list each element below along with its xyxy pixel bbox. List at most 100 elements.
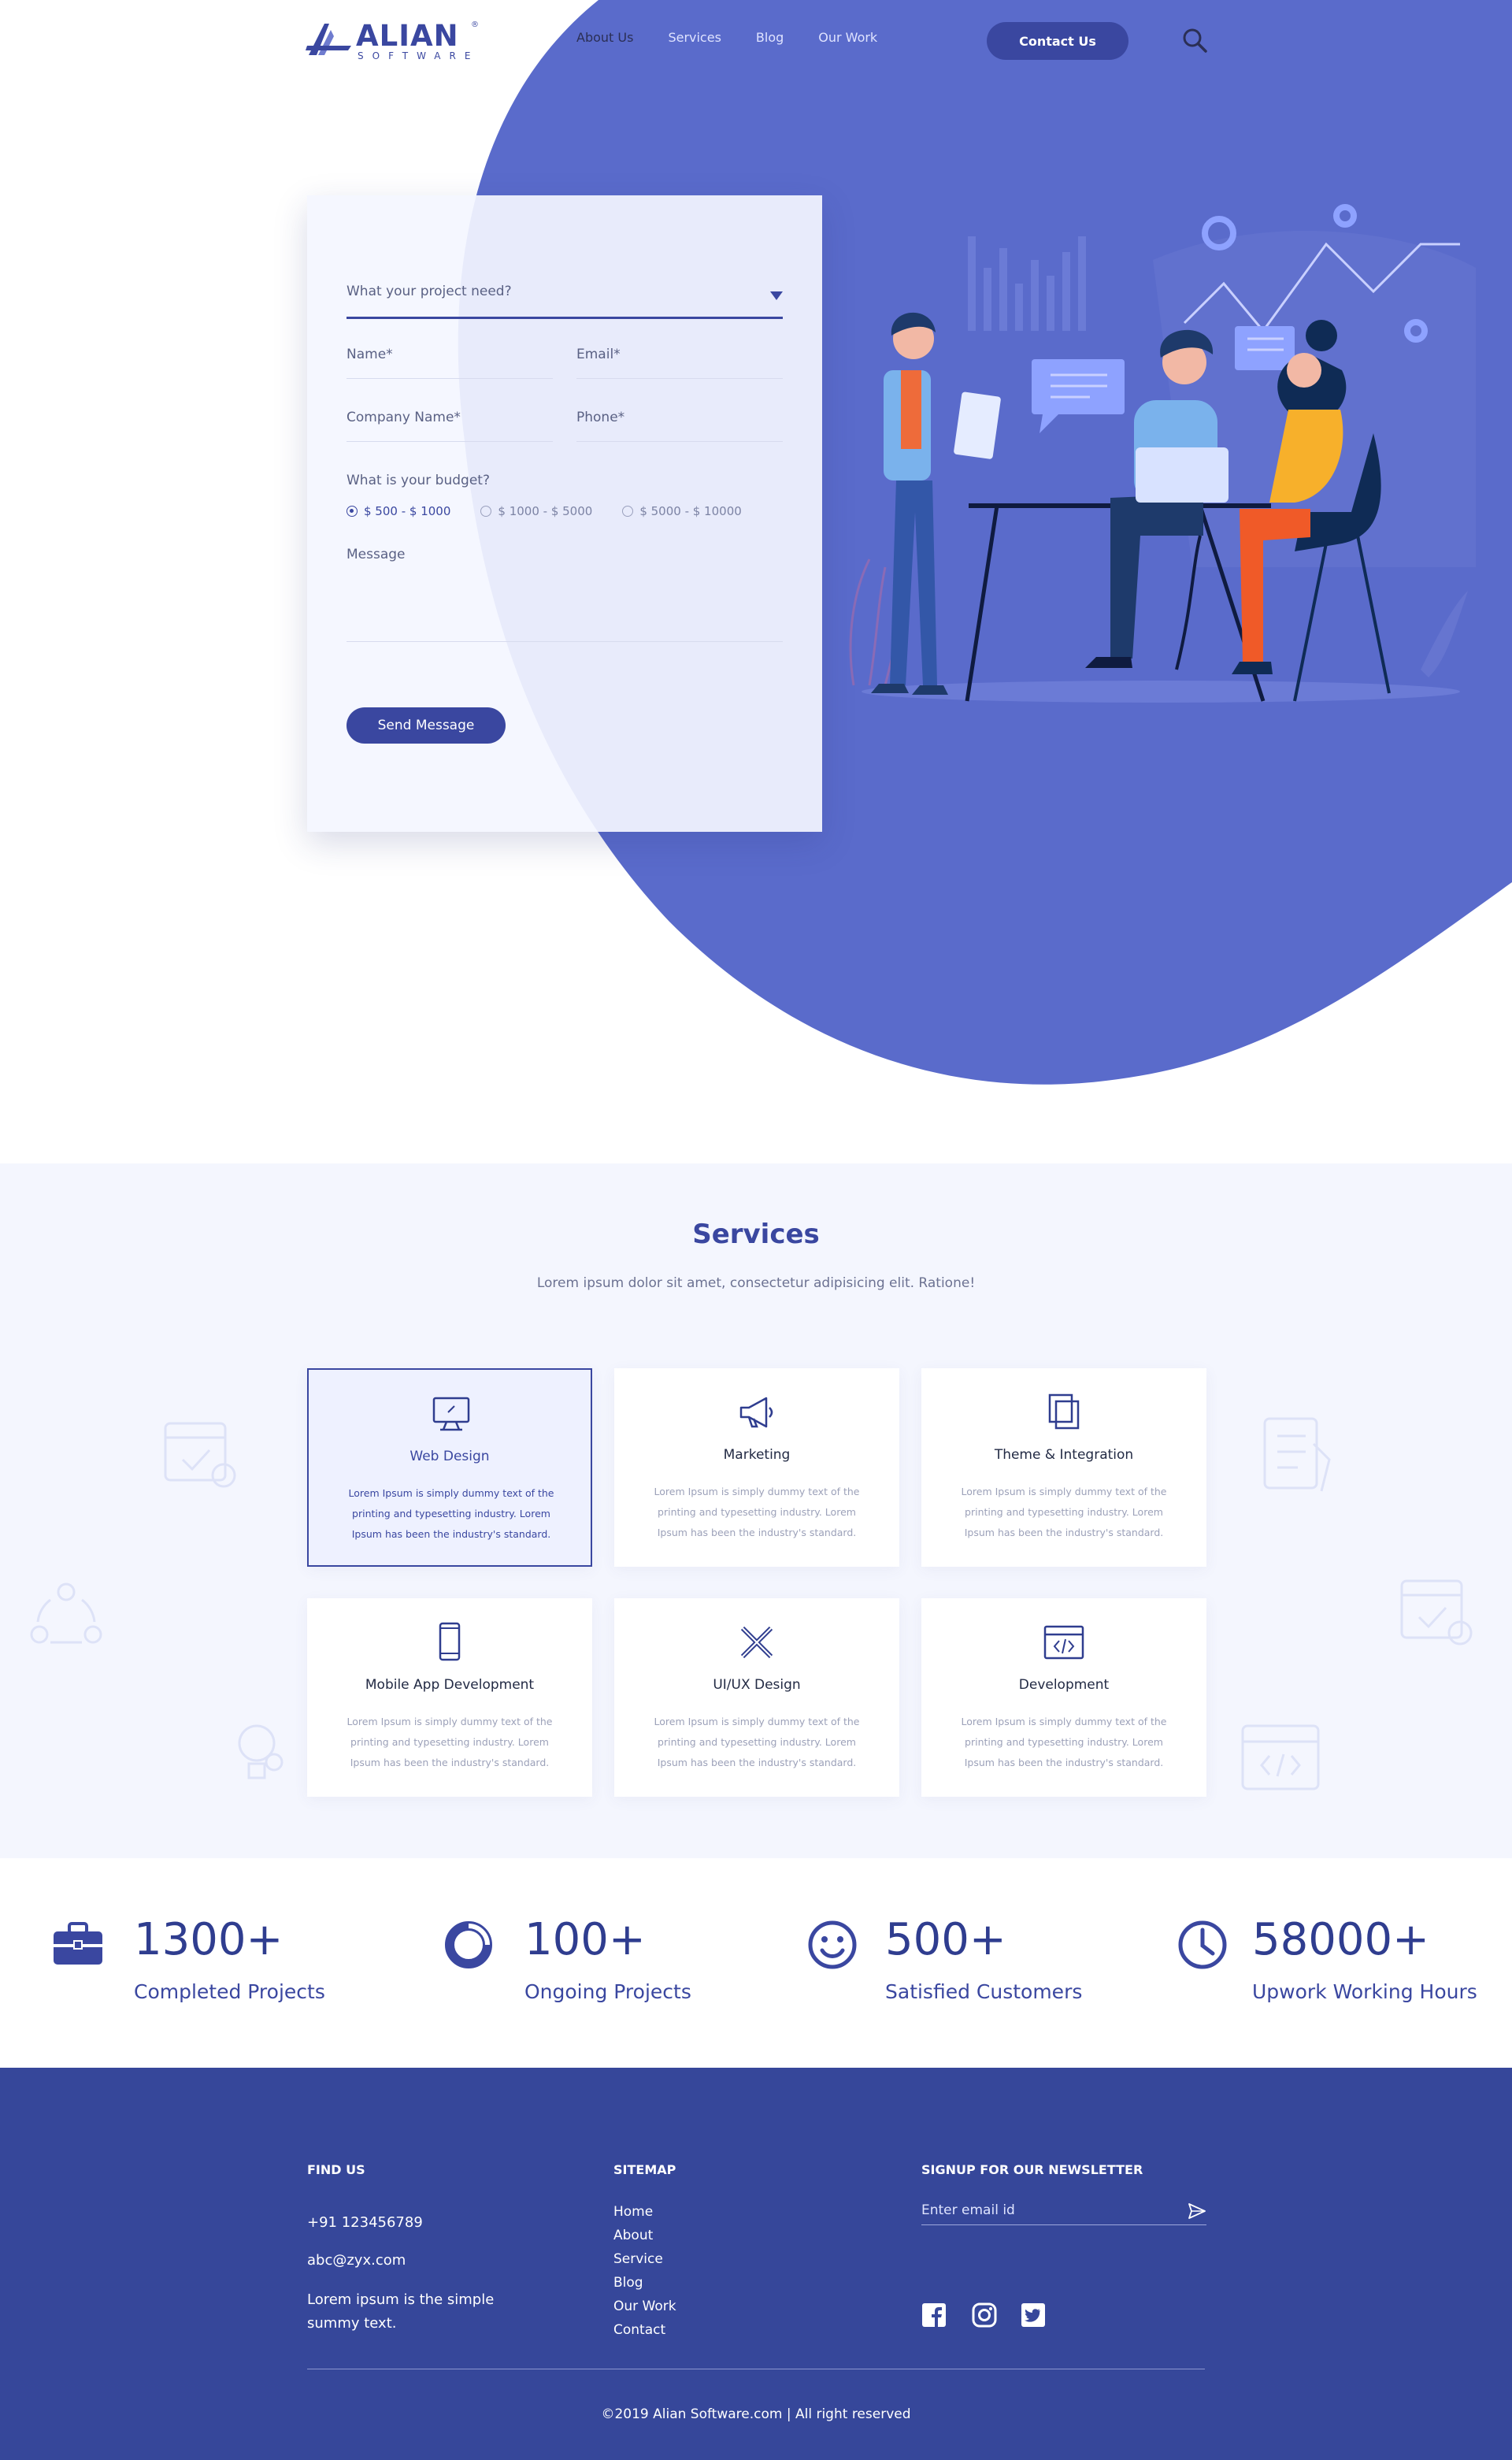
- service-card-text: Lorem Ipsum is simply dummy text of the …: [654, 1486, 860, 1538]
- company-name-field[interactable]: Company Name*: [346, 410, 461, 425]
- budget-option-500-1000[interactable]: $ 500 - $ 1000: [346, 504, 450, 518]
- team-network-decoration-icon: [30, 1582, 102, 1644]
- budget-option-label: $ 5000 - $ 10000: [639, 504, 742, 518]
- instagram-icon[interactable]: [972, 2302, 997, 2328]
- stat-value: 1300+: [134, 1914, 284, 1965]
- chevron-down-icon[interactable]: [770, 291, 783, 300]
- nav-about-us[interactable]: About Us: [576, 30, 633, 45]
- stat-label: Completed Projects: [134, 1980, 325, 2003]
- brand-logo[interactable]: ALIAN ® SOFTWARE: [306, 19, 487, 61]
- name-underline: [346, 378, 553, 379]
- service-card-title: Web Design: [410, 1449, 490, 1464]
- lightbulb-decoration-icon: [238, 1724, 284, 1779]
- code-window-decoration-icon: [1241, 1724, 1320, 1790]
- services-title: Services: [692, 1219, 820, 1250]
- newsletter-heading: SIGNUP FOR OUR NEWSLETTER: [921, 2162, 1143, 2177]
- newsletter-email-input[interactable]: [921, 2198, 1206, 2225]
- phone-field[interactable]: Phone*: [576, 410, 624, 425]
- service-card-development[interactable]: Development Lorem Ipsum is simply dummy …: [921, 1598, 1206, 1797]
- stat-satisfied-customers: 500+ Satisfied Customers: [806, 1914, 1106, 2009]
- megaphone-icon: [739, 1397, 773, 1428]
- service-card-theme-integration[interactable]: Theme & Integration Lorem Ipsum is simpl…: [921, 1368, 1206, 1567]
- budget-option-5000-10000[interactable]: $ 5000 - $ 10000: [622, 504, 742, 518]
- message-underline: [346, 641, 783, 642]
- project-need-select[interactable]: What your project need?: [346, 284, 512, 299]
- layers-icon: [1048, 1393, 1080, 1430]
- service-card-title: Development: [1018, 1677, 1110, 1693]
- nav-services[interactable]: Services: [668, 30, 721, 45]
- service-card-marketing[interactable]: Marketing Lorem Ipsum is simply dummy te…: [614, 1368, 899, 1567]
- search-icon[interactable]: [1181, 27, 1208, 54]
- radio-icon[interactable]: [480, 506, 492, 517]
- contact-us-button[interactable]: Contact Us: [987, 22, 1128, 60]
- email-field[interactable]: Email*: [576, 347, 621, 362]
- footer-phone[interactable]: +91 123456789: [307, 2214, 423, 2231]
- budget-option-1000-5000[interactable]: $ 1000 - $ 5000: [480, 504, 592, 518]
- stat-label: Satisfied Customers: [885, 1980, 1083, 2003]
- stat-label: Upwork Working Hours: [1252, 1980, 1477, 2003]
- service-card-text: Lorem Ipsum is simply dummy text of the …: [346, 1716, 553, 1768]
- main-nav: About Us Services Blog Our Work: [576, 30, 877, 45]
- budget-option-label: $ 1000 - $ 5000: [498, 504, 593, 518]
- service-card-text: Lorem Ipsum is simply dummy text of the …: [961, 1716, 1167, 1768]
- email-underline: [576, 378, 783, 379]
- bar-chart-decoration: [968, 236, 1086, 331]
- phone-underline: [576, 441, 783, 442]
- code-window-icon: [1043, 1625, 1084, 1660]
- nav-blog[interactable]: Blog: [756, 30, 784, 45]
- sitemap-link-about[interactable]: About: [613, 2224, 676, 2247]
- footer-text-line-1: Lorem ipsum is the simple: [307, 2291, 495, 2308]
- sitemap-links: Home About Service Blog Our Work Contact: [613, 2200, 676, 2342]
- sitemap-heading: SITEMAP: [613, 2162, 676, 2177]
- budget-radio-group: $ 500 - $ 1000 $ 1000 - $ 5000 $ 5000 - …: [346, 504, 742, 518]
- nav-our-work[interactable]: Our Work: [818, 30, 877, 45]
- send-icon[interactable]: [1188, 2202, 1206, 2221]
- twitter-icon[interactable]: [1021, 2302, 1046, 2328]
- sitemap-link-home[interactable]: Home: [613, 2200, 676, 2224]
- facebook-icon[interactable]: [921, 2302, 947, 2328]
- radio-selected-icon[interactable]: [346, 506, 358, 517]
- pencil-ruler-icon: [740, 1626, 773, 1659]
- stat-ongoing-projects: 100+ Ongoing Projects: [443, 1914, 726, 2009]
- checklist-decoration-icon: [1263, 1417, 1331, 1492]
- service-card-title: Mobile App Development: [365, 1677, 535, 1693]
- smiley-icon: [808, 1920, 857, 1969]
- brand-registered-mark: ®: [471, 20, 479, 29]
- service-card-text: Lorem Ipsum is simply dummy text of the …: [348, 1487, 554, 1540]
- brand-tagline: SOFTWARE: [358, 50, 480, 61]
- logo-mark-icon: [306, 24, 351, 55]
- service-card-title: Theme & Integration: [994, 1447, 1134, 1463]
- smartphone-icon: [439, 1622, 461, 1661]
- site-header: ALIAN ® SOFTWARE About Us Services Blog …: [0, 0, 1512, 79]
- service-card-mobile-app-development[interactable]: Mobile App Development Lorem Ipsum is si…: [307, 1598, 592, 1797]
- calendar-check-decoration-icon: [164, 1422, 236, 1488]
- copyright-text: ©2019 Alian Software.com | All right res…: [601, 2406, 911, 2422]
- name-field[interactable]: Name*: [346, 347, 393, 362]
- service-card-web-design[interactable]: Web Design Lorem Ipsum is simply dummy t…: [307, 1368, 592, 1567]
- briefcase-icon: [54, 1922, 102, 1965]
- message-field[interactable]: Message: [346, 547, 406, 562]
- stat-value: 58000+: [1252, 1914, 1430, 1965]
- sitemap-link-contact[interactable]: Contact: [613, 2318, 676, 2342]
- stat-label: Ongoing Projects: [524, 1980, 691, 2003]
- services-subtitle: Lorem ipsum dolor sit amet, consectetur …: [536, 1275, 976, 1291]
- sitemap-link-blog[interactable]: Blog: [613, 2271, 676, 2295]
- sitemap-link-service[interactable]: Service: [613, 2247, 676, 2271]
- project-inquiry-form: What your project need? Name* Email* Com…: [307, 195, 822, 832]
- stat-completed-projects: 1300+ Completed Projects: [52, 1914, 351, 2009]
- stat-value: 100+: [524, 1914, 646, 1965]
- send-message-button[interactable]: Send Message: [346, 707, 506, 744]
- service-card-ui-ux-design[interactable]: UI/UX Design Lorem Ipsum is simply dummy…: [614, 1598, 899, 1797]
- footer-email[interactable]: abc@zyx.com: [307, 2252, 406, 2269]
- company-underline: [346, 441, 553, 442]
- budget-label: What is your budget?: [346, 473, 490, 488]
- footer-text-line-2: summy text.: [307, 2315, 397, 2332]
- stat-value: 500+: [885, 1914, 1006, 1965]
- select-underline: [346, 317, 783, 319]
- sitemap-link-our-work[interactable]: Our Work: [613, 2295, 676, 2318]
- team-working-illustration: [849, 204, 1476, 703]
- radio-icon[interactable]: [622, 506, 634, 517]
- clock-icon: [1178, 1920, 1227, 1969]
- service-card-text: Lorem Ipsum is simply dummy text of the …: [654, 1716, 860, 1768]
- site-footer: FIND US +91 123456789 abc@zyx.com Lorem …: [0, 2068, 1512, 2460]
